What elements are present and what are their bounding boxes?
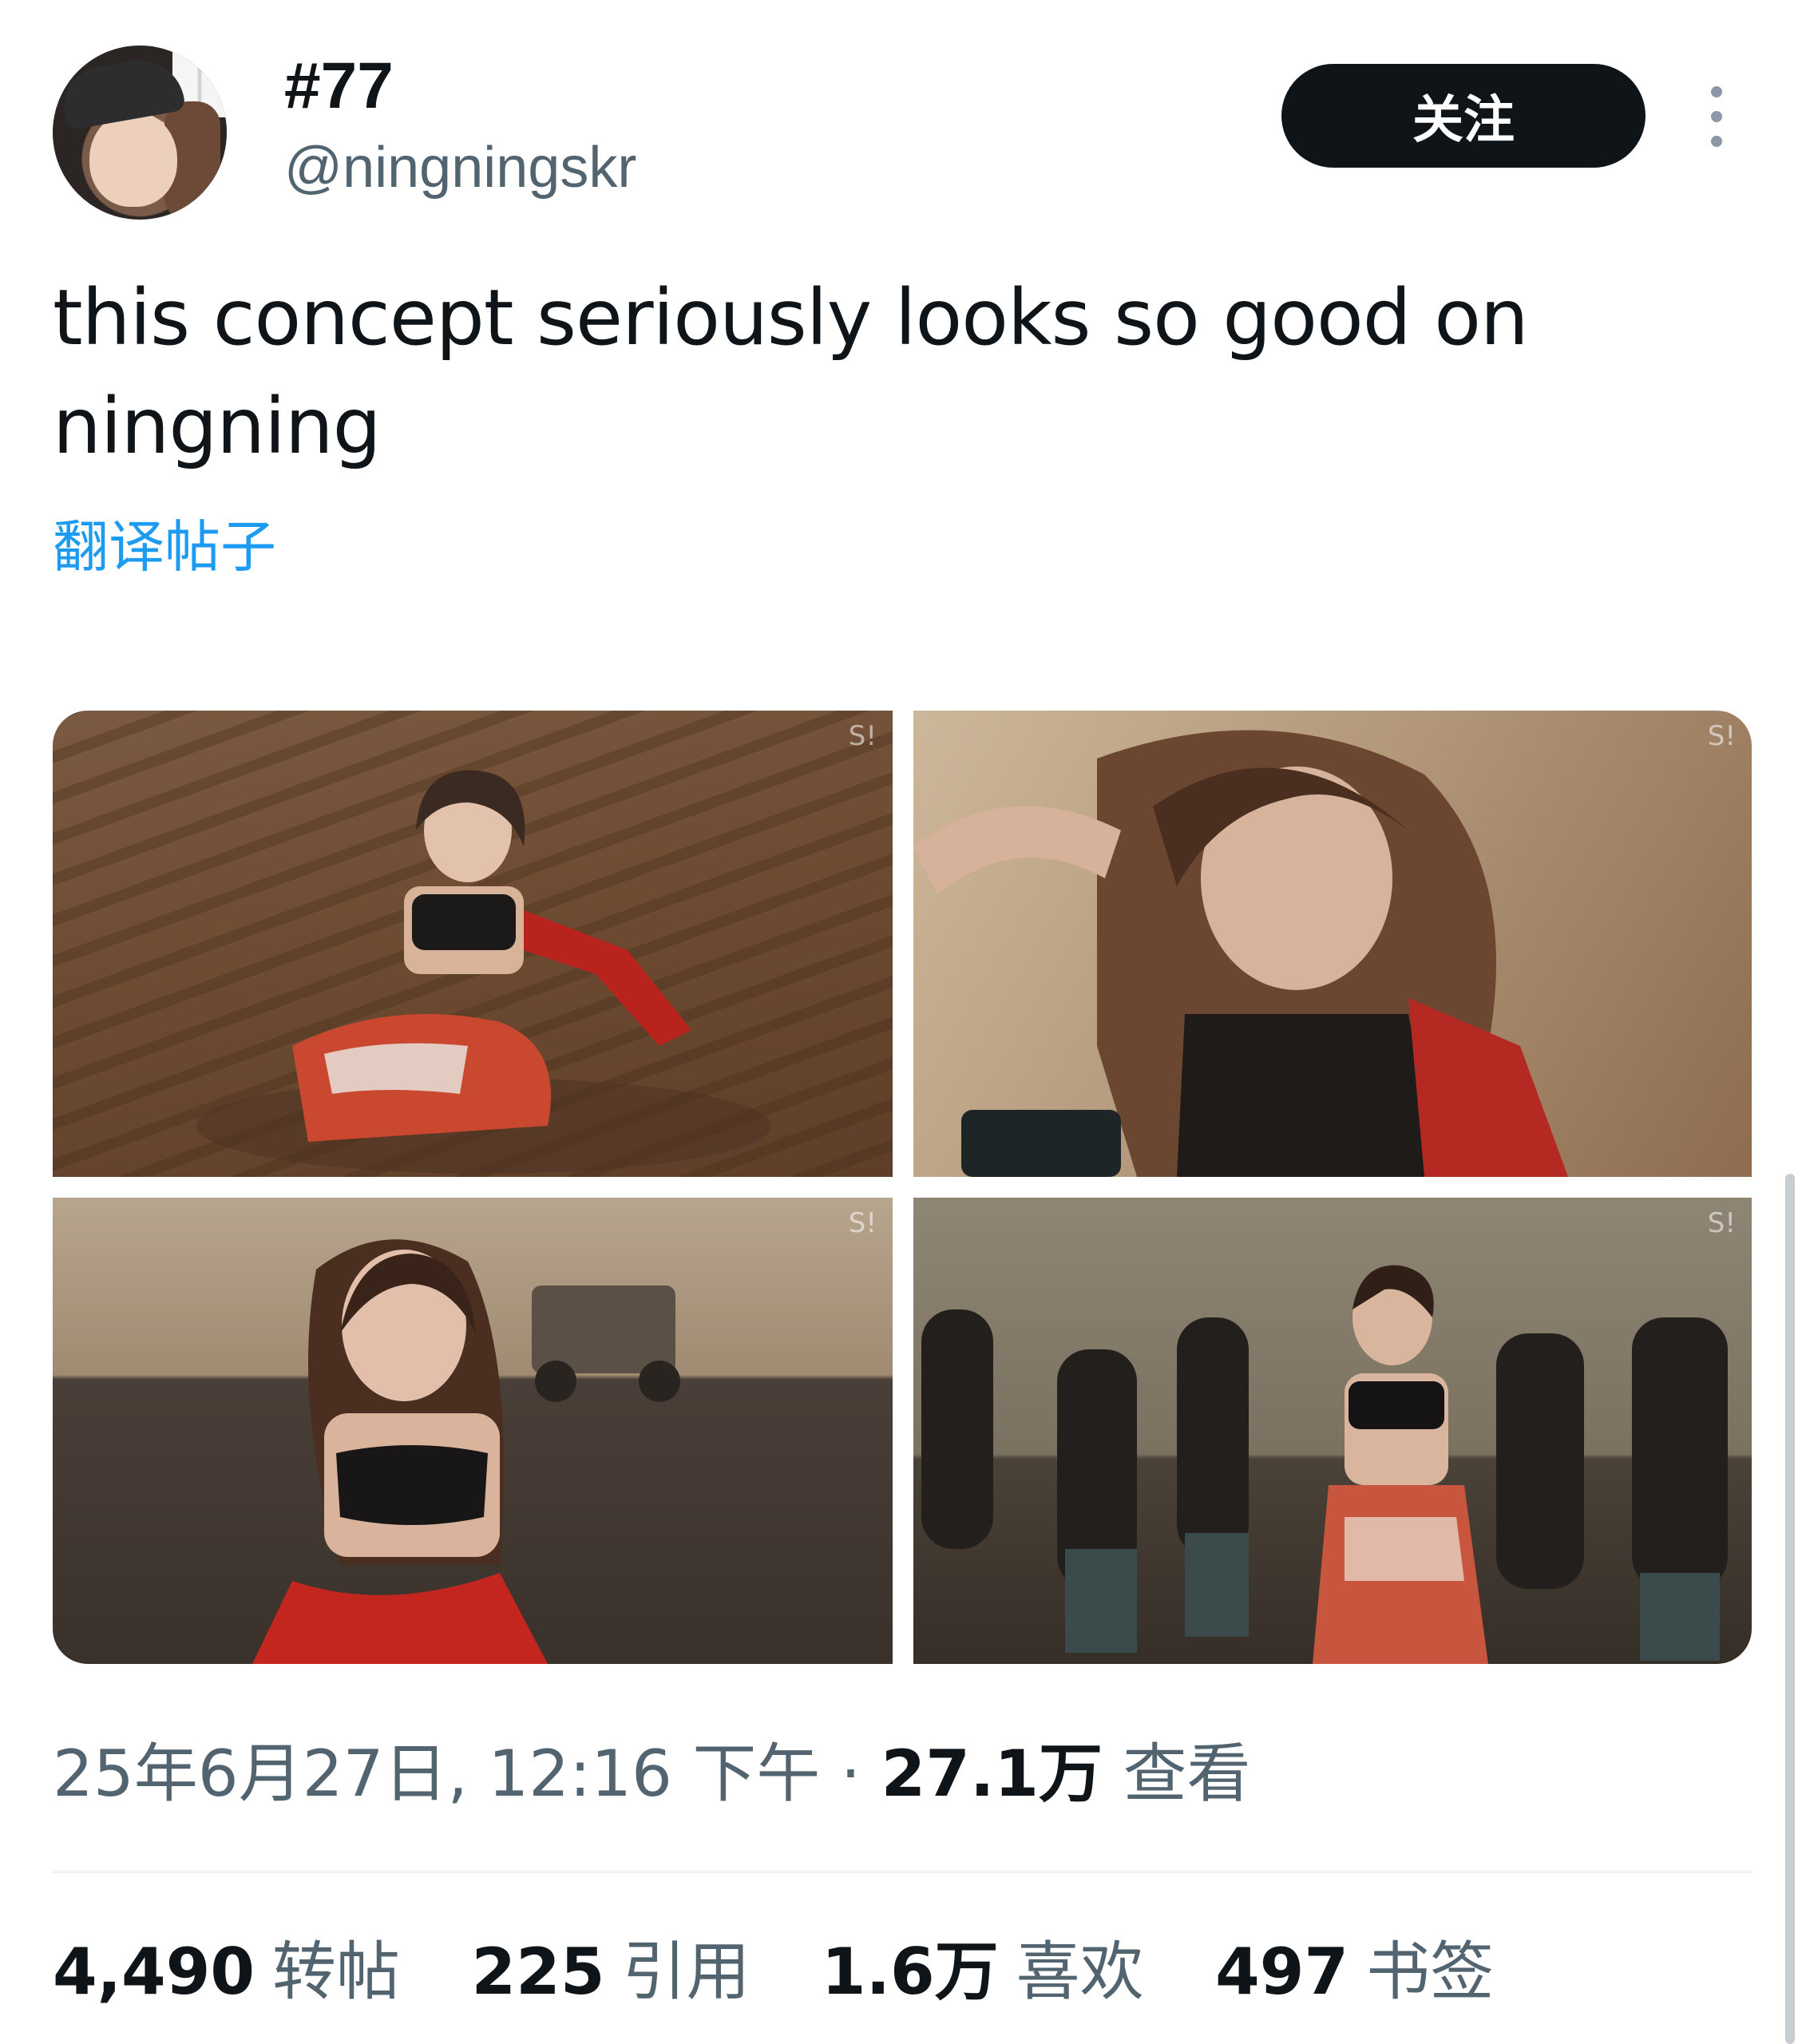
media-grid: S! S! S! S! <box>53 711 1752 1664</box>
watermark: S! <box>848 1207 877 1239</box>
more-options-icon[interactable] <box>1701 86 1733 147</box>
views-count[interactable]: 27.1万 <box>881 1737 1103 1811</box>
avatar[interactable] <box>53 46 227 220</box>
stat-reposts[interactable]: 4,490 转帖 <box>53 1932 400 2012</box>
more-dot <box>1711 86 1722 97</box>
stat-label: 引用 <box>622 1935 751 2009</box>
post-timestamp[interactable]: 25年6月27日, 12:16 下午 · <box>53 1737 881 1811</box>
views-label: 查看 <box>1103 1737 1251 1811</box>
photo-4-illustration <box>921 1265 1728 1664</box>
photo-1-illustration <box>196 770 771 1174</box>
stat-label: 书签 <box>1366 1935 1495 2009</box>
tweet-page: #77 @ningningskr 关注 this concept serious… <box>0 0 1802 2044</box>
display-name[interactable]: #77 <box>284 46 394 126</box>
translate-post-link[interactable]: 翻译帖子 <box>53 511 276 583</box>
stat-quotes[interactable]: 225 引用 <box>471 1932 750 2012</box>
watermark: S! <box>1707 1207 1736 1239</box>
stat-label: 转帖 <box>272 1935 401 2009</box>
scrollbar[interactable] <box>1785 1174 1795 2044</box>
watermark: S! <box>1707 720 1736 752</box>
divider <box>53 1871 1752 1873</box>
media-photo-2[interactable]: S! <box>913 711 1752 1177</box>
photo-2-illustration <box>913 730 1568 1177</box>
more-dot <box>1711 136 1722 147</box>
photo-3-illustration <box>252 1239 680 1664</box>
stat-count: 497 <box>1215 1935 1349 2009</box>
watermark: S! <box>848 720 877 752</box>
stat-label: 喜欢 <box>1016 1935 1144 2009</box>
media-photo-3[interactable]: S! <box>53 1198 893 1664</box>
stat-count: 225 <box>471 1935 605 2009</box>
avatar-face <box>89 111 177 207</box>
stat-likes[interactable]: 1.6万 喜欢 <box>822 1932 1144 2012</box>
more-dot <box>1711 111 1722 122</box>
stat-count: 4,490 <box>53 1935 255 2009</box>
tweet-text: this concept seriously looks so good on … <box>53 273 1529 471</box>
user-handle[interactable]: @ningningskr <box>284 132 636 204</box>
media-photo-4[interactable]: S! <box>913 1198 1752 1664</box>
follow-button[interactable]: 关注 <box>1281 64 1646 168</box>
engagement-stats: 4,490 转帖 225 引用 1.6万 喜欢 497 书签 <box>53 1932 1545 2012</box>
media-photo-1[interactable]: S! <box>53 711 893 1177</box>
stat-count: 1.6万 <box>821 1935 999 2009</box>
stat-bookmarks[interactable]: 497 书签 <box>1215 1932 1494 2012</box>
tweet-meta: 25年6月27日, 12:16 下午 · 27.1万 查看 <box>53 1734 1250 1814</box>
